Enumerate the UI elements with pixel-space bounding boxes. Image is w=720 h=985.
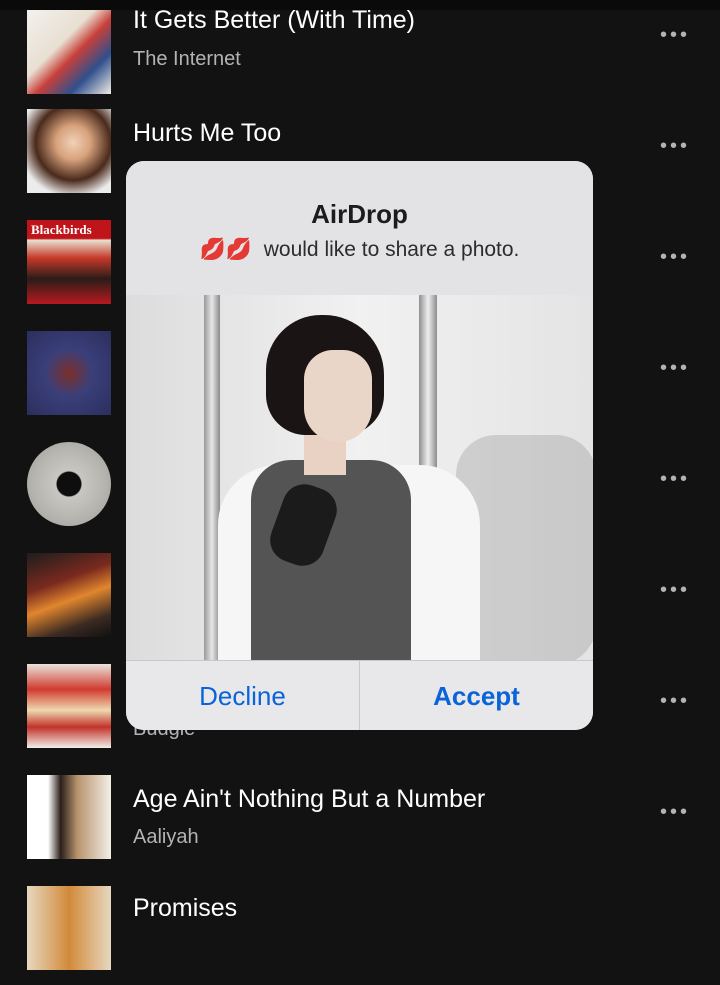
photo-vest [251,460,411,660]
dialog-message: 💋💋 would like to share a photo. [126,238,593,262]
dialog-button-row: Decline Accept [126,660,593,730]
airdrop-dialog: AirDrop 💋💋 would like to share a photo. … [126,161,593,730]
decline-button[interactable]: Decline [126,661,359,730]
album-art [27,775,111,859]
list-item[interactable]: It Gets Better (With Time) The Internet … [0,0,720,97]
list-item[interactable]: Promises [0,874,720,985]
dialog-header: AirDrop 💋💋 would like to share a photo. [126,161,593,295]
dialog-title: AirDrop [311,199,408,229]
more-options-icon[interactable]: ••• [660,801,690,824]
album-art [27,553,111,637]
track-title: Promises [133,894,238,922]
more-options-icon[interactable]: ••• [660,246,690,269]
accept-button[interactable]: Accept [360,661,593,730]
more-options-icon[interactable]: ••• [660,690,690,713]
track-title: Age Ain't Nothing But a Number [133,785,486,813]
album-art [27,664,111,748]
more-options-icon[interactable]: ••• [660,24,690,47]
shared-photo-preview [126,295,593,660]
more-options-icon[interactable]: ••• [660,468,690,491]
track-artist: The Internet [133,48,241,70]
more-options-icon[interactable]: ••• [660,357,690,380]
album-art [27,442,111,526]
sender-name: 💋💋 [199,238,252,261]
album-art [27,10,111,94]
more-options-icon[interactable]: ••• [660,135,690,158]
list-item[interactable]: Age Ain't Nothing But a Number Aaliyah •… [0,763,720,874]
share-message: would like to share a photo. [263,238,520,261]
track-title: It Gets Better (With Time) [133,6,415,34]
photo-face [304,350,372,442]
track-title: Hurts Me Too [133,119,282,147]
album-art: Blackbirds [27,220,111,304]
album-art-text: Blackbirds [31,222,92,237]
more-options-icon[interactable]: ••• [660,579,690,602]
album-art [27,886,111,970]
album-art [27,331,111,415]
album-art [27,109,111,193]
track-artist: Aaliyah [133,826,199,848]
